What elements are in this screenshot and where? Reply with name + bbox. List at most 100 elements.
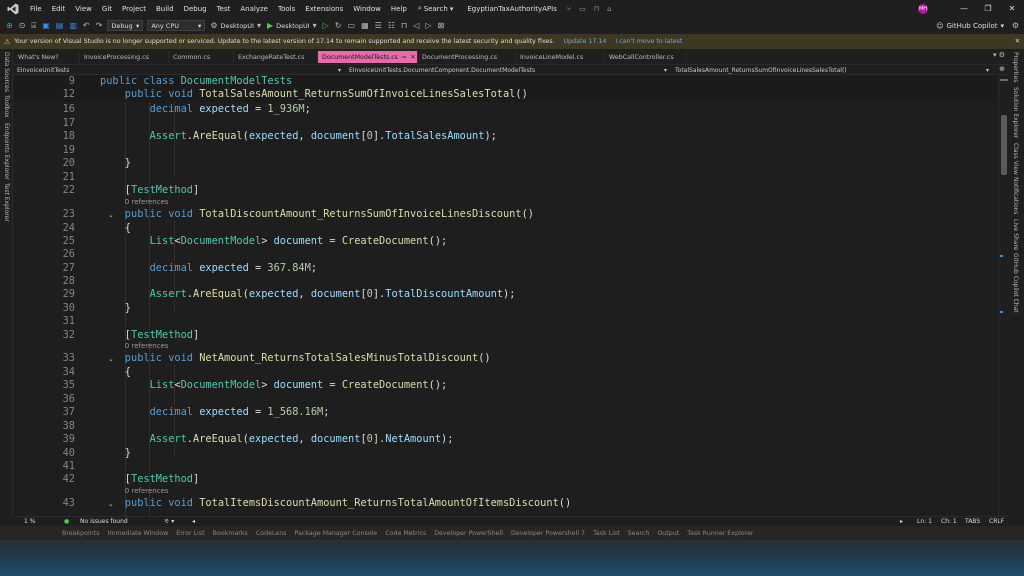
- code-line[interactable]: 25 List<DocumentModel> document = CreateD…: [14, 234, 998, 248]
- properties-tab[interactable]: Properties: [1012, 52, 1019, 82]
- menu-analyze[interactable]: Analyze: [235, 5, 273, 13]
- hot-reload-icon[interactable]: ↻: [335, 21, 342, 30]
- tab-bookmarks[interactable]: Bookmarks: [213, 530, 248, 537]
- tab-breakpoints[interactable]: Breakpoints: [62, 530, 100, 537]
- collapse-chevron-icon[interactable]: ⌄: [108, 500, 116, 508]
- menu-edit[interactable]: Edit: [47, 5, 71, 13]
- menu-build[interactable]: Build: [151, 5, 179, 13]
- tab-invoice-processing[interactable]: InvoiceProcessing.cs: [80, 51, 169, 63]
- tab-code-metrics[interactable]: Code Metrics: [385, 530, 426, 537]
- settings-icon[interactable]: ⚙: [1012, 21, 1019, 30]
- class-view-tab[interactable]: Class View: [1012, 143, 1019, 175]
- code-line[interactable]: 29 Assert.AreEqual(expected, document[0].…: [14, 287, 998, 301]
- start-without-debugging-icon[interactable]: ▷: [323, 21, 329, 30]
- issues-status[interactable]: No issues found: [80, 518, 128, 525]
- tab-web-call-controller[interactable]: WebCallController.cs: [605, 51, 687, 63]
- line-ending[interactable]: CRLF: [989, 518, 1004, 525]
- startup-project-label[interactable]: DesktopUI: [220, 22, 253, 30]
- tab-search[interactable]: Search: [628, 530, 650, 537]
- code-line[interactable]: 18 Assert.AreEqual(expected, document[0].…: [14, 129, 998, 143]
- close-icon[interactable]: ✕: [1015, 38, 1020, 45]
- minimize-button[interactable]: —: [952, 4, 976, 13]
- code-line[interactable]: 41: [14, 459, 998, 473]
- code-line[interactable]: 37 decimal expected = 1_568.16M;: [14, 405, 998, 419]
- data-sources-tab[interactable]: Data Sources: [3, 52, 10, 92]
- code-line[interactable]: 31: [14, 314, 998, 328]
- test-explorer-tab[interactable]: Test Explorer: [3, 183, 10, 222]
- code-line[interactable]: 20}: [14, 156, 998, 170]
- tab-package-manager-console[interactable]: Package Manager Console: [295, 530, 378, 537]
- column-number[interactable]: Ch: 1: [941, 518, 957, 525]
- zoom-level[interactable]: 1 %: [24, 518, 35, 525]
- comment-icon[interactable]: ☰: [375, 21, 382, 30]
- configuration-select[interactable]: Debug ▾: [107, 20, 144, 31]
- tab-task-list[interactable]: Task List: [593, 530, 620, 537]
- collapse-chevron-icon[interactable]: ⌄: [108, 211, 116, 219]
- menu-window[interactable]: Window: [348, 5, 386, 13]
- run-target-label[interactable]: DesktopUI: [276, 22, 309, 30]
- type-dropdown[interactable]: EInvoiceUnitTests.DocumentComponent.Docu…: [346, 65, 670, 75]
- navigate-back-icon[interactable]: ⊕: [6, 21, 13, 30]
- search-box[interactable]: ⌕ Search ▾: [418, 4, 454, 13]
- code-line[interactable]: 43 ⌄ public void TotalItemsDiscountAmount_…: [14, 496, 998, 510]
- code-line[interactable]: 36: [14, 392, 998, 406]
- scrollbar-thumb[interactable]: [1001, 115, 1007, 175]
- collapse-chevron-icon[interactable]: ⌄: [108, 355, 116, 363]
- bookmark-clear-icon[interactable]: ⊠: [438, 21, 445, 30]
- tab-whats-new[interactable]: What's New?: [14, 51, 80, 63]
- menu-tools[interactable]: Tools: [273, 5, 300, 13]
- feedback-icon[interactable]: ⌂: [607, 5, 611, 13]
- code-line[interactable]: 23 ⌄ public void TotalDiscountAmount_Retur…: [14, 207, 998, 221]
- sticky-scroll-line[interactable]: 12 public void TotalSalesAmount_ReturnsSu…: [14, 88, 998, 101]
- code-line[interactable]: 35 List<DocumentModel> document = CreateD…: [14, 378, 998, 392]
- codelens-references[interactable]: 0 references: [125, 486, 169, 496]
- github-copilot-chat-tab[interactable]: GitHub Copilot Chat: [1012, 253, 1019, 313]
- code-line[interactable]: 21: [14, 170, 998, 184]
- tab-task-runner-explorer[interactable]: Task Runner Explorer: [687, 530, 753, 537]
- code-line[interactable]: 27 decimal expected = 367.84M;: [14, 261, 998, 275]
- avatar[interactable]: MH: [918, 3, 928, 14]
- dismiss-link[interactable]: I can't move to latest: [615, 38, 682, 45]
- uncomment-icon[interactable]: ☷: [388, 21, 395, 30]
- menu-project[interactable]: Project: [117, 5, 151, 13]
- tab-document-model-tests[interactable]: DocumentModelTests.cs ⊸ ✕: [318, 51, 418, 63]
- scroll-right-icon[interactable]: ▸: [900, 518, 903, 525]
- code-line[interactable]: 42 [TestMethod]: [14, 472, 998, 486]
- sticky-scroll-line[interactable]: 9 public class DocumentModelTests: [14, 75, 998, 88]
- bookmark-icon[interactable]: ⊓: [594, 5, 599, 13]
- code-line[interactable]: 24 {: [14, 221, 998, 235]
- code-line[interactable]: 39 Assert.AreEqual(expected, document[0].…: [14, 432, 998, 446]
- menu-test[interactable]: Test: [212, 5, 236, 13]
- bookmark-toggle-icon[interactable]: ⊓: [401, 21, 407, 30]
- tab-exchange-rate-test[interactable]: ExchangeRateTest.cs: [234, 51, 318, 63]
- start-debugging-icon[interactable]: ▶: [267, 21, 273, 30]
- layout-icon[interactable]: ▦: [361, 21, 369, 30]
- vertical-scrollbar[interactable]: [998, 75, 1008, 516]
- folder-icon[interactable]: ▭: [348, 21, 356, 30]
- navigate-forward-icon[interactable]: ⊙: [19, 21, 26, 30]
- code-line[interactable]: 40}: [14, 446, 998, 460]
- codelens-references[interactable]: 0 references: [125, 197, 169, 207]
- menu-debug[interactable]: Debug: [179, 5, 212, 13]
- scroll-left-icon[interactable]: ◂: [192, 518, 195, 525]
- close-window-button[interactable]: ✕: [1000, 4, 1024, 13]
- tab-common[interactable]: Common.cs: [169, 51, 234, 63]
- close-icon[interactable]: ✕: [410, 54, 415, 61]
- tab-error-list[interactable]: Error List: [176, 530, 204, 537]
- code-line[interactable]: 22 [TestMethod]: [14, 183, 998, 197]
- split-editor-icon[interactable]: ⊕: [999, 65, 1005, 73]
- open-file-icon[interactable]: ▣: [42, 21, 50, 30]
- tab-immediate-window[interactable]: Immediate Window: [108, 530, 169, 537]
- code-editor[interactable]: 16 decimal expected = 1_936M; 17 18 Assert.A…: [14, 75, 998, 516]
- endpoints-explorer-tab[interactable]: Endpoints Explorer: [3, 123, 10, 180]
- live-share-tab[interactable]: Live Share: [1012, 219, 1019, 250]
- platform-select[interactable]: Any CPU ▾: [147, 20, 206, 31]
- redo-icon[interactable]: ↷: [96, 21, 103, 30]
- new-project-icon[interactable]: ⌸: [31, 21, 36, 31]
- tab-overflow-icon[interactable]: ▾ ⚙: [993, 51, 1005, 59]
- tab-developer-powershell-7[interactable]: Developer Powershell 7: [511, 530, 585, 537]
- pin-icon[interactable]: ⊸: [401, 54, 406, 61]
- save-all-icon[interactable]: ▥: [69, 21, 77, 30]
- code-line[interactable]: 32 [TestMethod]: [14, 328, 998, 342]
- tab-document-processing[interactable]: DocumentProcessing.cs: [418, 51, 516, 63]
